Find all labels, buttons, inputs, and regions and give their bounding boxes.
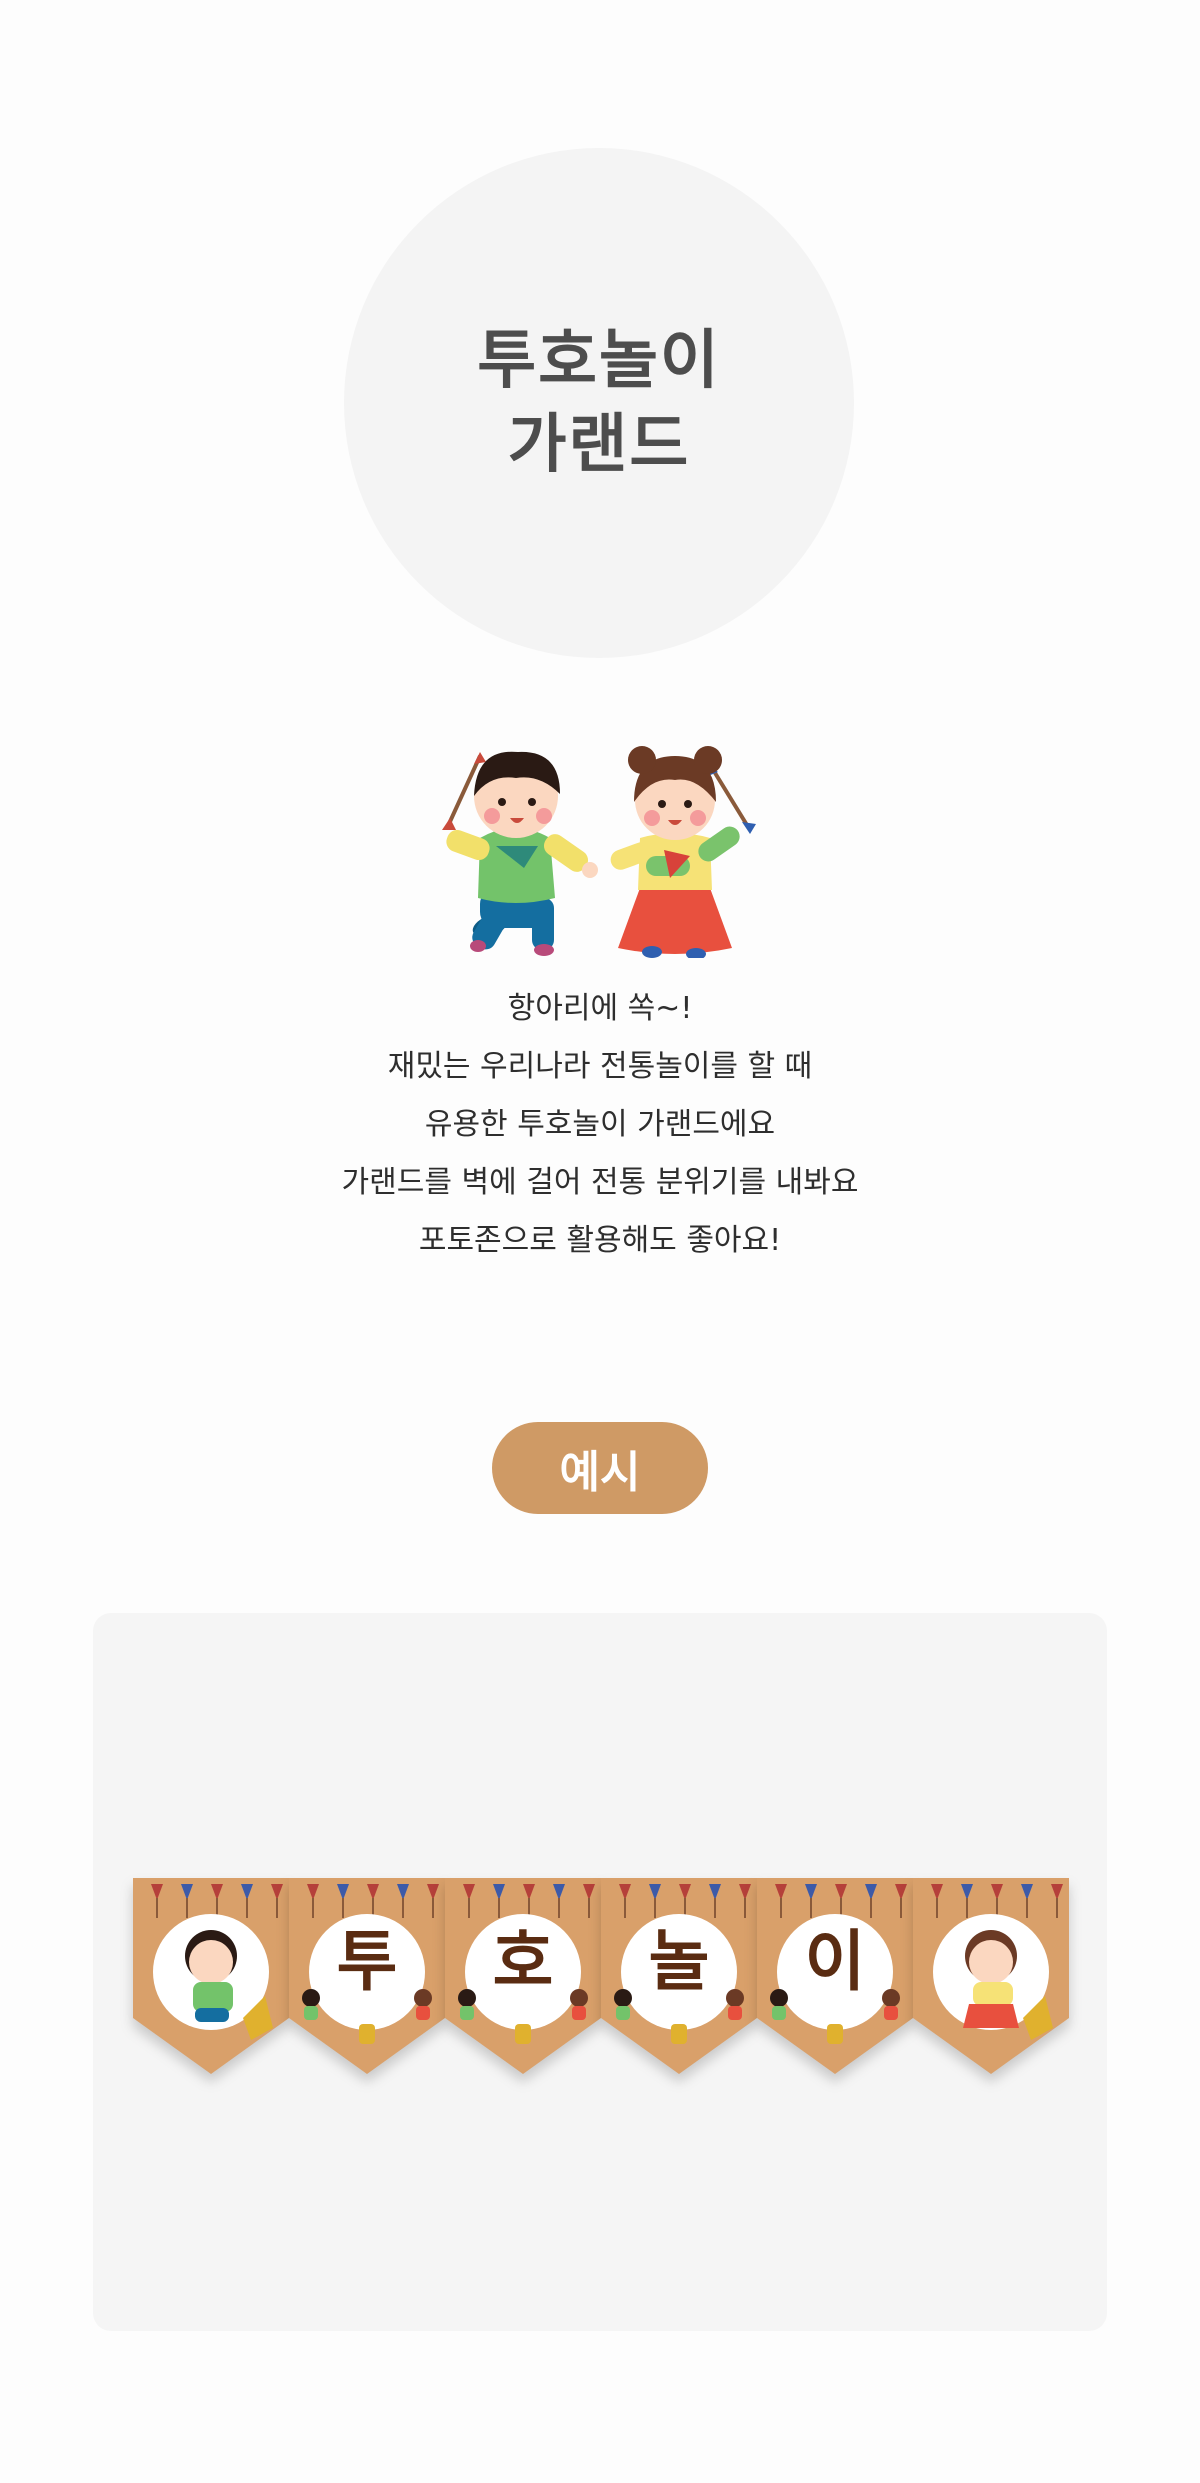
garland-letter: 놀 (648, 1923, 710, 2000)
garland: 투 호 놀 이 (133, 1878, 1069, 2078)
title-circle: 투호놀이 가랜드 (344, 148, 854, 658)
garland-flag: 놀 (601, 1878, 757, 2078)
flag-shape (913, 1878, 1069, 2074)
hanbok-children-illustration (442, 746, 756, 958)
garland-flag (133, 1878, 289, 2078)
example-panel: 투 호 놀 이 (93, 1613, 1107, 2331)
garland-letter: 이 (804, 1923, 866, 2000)
description-line: 포토존으로 활용해도 좋아요! (418, 1223, 782, 1258)
description: 항아리에 쏙~! 재밌는 우리나라 전통놀이를 할 때 유용한 투호놀이 가랜드… (0, 980, 1200, 1270)
description-line: 유용한 투호놀이 가랜드에요 (424, 1107, 776, 1142)
page-title-line-2: 가랜드 (507, 408, 691, 482)
description-line: 재밌는 우리나라 전통놀이를 할 때 (387, 1049, 813, 1084)
garland-flag (913, 1878, 1069, 2078)
garland-letter: 투 (336, 1923, 398, 2000)
page-title-line-1: 투호놀이 (477, 324, 721, 398)
example-badge: 예시 (492, 1422, 708, 1514)
girl-illustration (610, 746, 756, 958)
description-line: 항아리에 쏙~! (507, 991, 693, 1026)
description-line: 가랜드를 벽에 걸어 전통 분위기를 내봐요 (341, 1165, 859, 1200)
garland-flag: 호 (445, 1878, 601, 2078)
garland-flag: 투 (289, 1878, 445, 2078)
flag-shape (133, 1878, 289, 2074)
garland-flag: 이 (757, 1878, 913, 2078)
garland-letter: 호 (492, 1923, 554, 2000)
boy-illustration (442, 751, 598, 956)
